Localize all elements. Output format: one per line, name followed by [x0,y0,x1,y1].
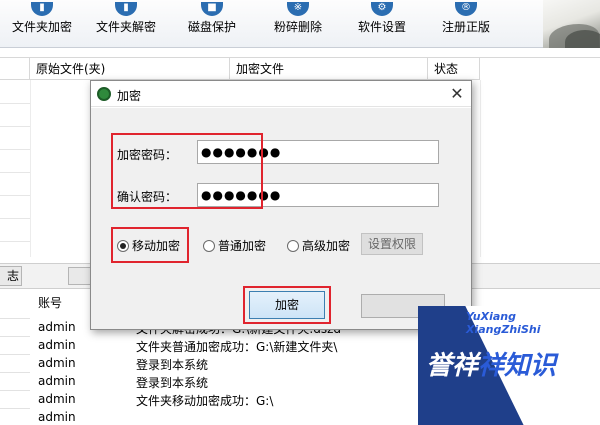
radio-dot [203,240,215,252]
dialog-body: 加密密码： ●●●●●●● 确认密码： ●●●●●●● 移动加密 普通加密 高级… [91,108,471,329]
disk-protect-button[interactable]: ■ 磁盘保护 [170,0,254,46]
column-header-status[interactable]: 状态 [428,58,480,80]
set-permissions-button[interactable]: 设置权限 [361,233,423,255]
mode-highlight-box [111,227,189,263]
radio-normal-encrypt[interactable]: 普通加密 [203,237,266,254]
column-header-account[interactable]: 账号 [38,294,62,311]
row-message: 文件夹普通加密成功：G:\新建文件夹\ [136,340,338,354]
row-account: admin [38,374,76,388]
register-button[interactable]: ® 注册正版 [424,0,508,46]
folder-encrypt-label: 文件夹加密 [11,20,72,34]
row-message: 文件夹移动加密成功：G:\ [136,394,274,408]
folder-unlock-icon: ▮ [115,2,137,16]
app-icon [97,87,111,101]
settings-label: 软件设置 [357,20,406,34]
column-header-encrypted[interactable]: 加密文件 [230,58,428,80]
row-account: admin [38,338,76,352]
dialog-title: 加密 [117,89,142,103]
settings-button[interactable]: ⚙ 软件设置 [340,0,424,46]
row-number-header [0,58,30,80]
shred-delete-label: 粉碎删除 [273,20,322,34]
folder-decrypt-button[interactable]: ▮ 文件夹解密 [84,0,168,46]
close-icon[interactable]: ✕ [447,84,467,104]
watermark-subtitle: YuXiang XiangZhiShi [466,310,541,336]
password-highlight-box [111,133,263,209]
row-message: 登录到本系统 [136,376,209,390]
radio-label: 普通加密 [218,239,267,253]
encrypt-highlight-box [243,286,331,324]
brand-art-image [543,0,600,48]
toolbar: ▮ 文件夹加密 ▮ 文件夹解密 ■ 磁盘保护 ※ 粉碎删除 ⚙ 软件设置 ® 注… [0,0,600,48]
log-tab[interactable]: 志 [0,266,22,286]
row-account: admin [38,410,76,424]
watermark-title: 誉祥祥知识 [426,351,557,381]
row-account: admin [38,392,76,406]
registered-icon: ® [455,2,477,16]
column-header-original[interactable]: 原始文件(夹) [30,58,230,80]
radio-advanced-encrypt[interactable]: 高级加密 [287,237,350,254]
gear-icon: ⚙ [371,2,393,16]
register-label: 注册正版 [441,20,490,34]
disk-protect-label: 磁盘保护 [187,20,236,34]
row-account: admin [38,320,76,334]
radio-dot [287,240,299,252]
folder-decrypt-label: 文件夹解密 [95,20,156,34]
row-account: admin [38,356,76,370]
folder-encrypt-button[interactable]: ▮ 文件夹加密 [0,0,84,46]
folder-lock-icon: ▮ [31,2,53,16]
encrypt-dialog: 加密 ✕ 加密密码： ●●●●●●● 确认密码： ●●●●●●● 移动加密 普通… [90,80,472,330]
disk-shield-icon: ■ [201,2,223,16]
watermark-logo: YuXiang XiangZhiShi 誉祥祥知识 [418,306,600,425]
radio-label: 高级加密 [302,239,351,253]
dialog-title-bar[interactable]: 加密 ✕ [91,81,471,107]
shredder-icon: ※ [287,2,309,16]
shred-delete-button[interactable]: ※ 粉碎删除 [256,0,340,46]
row-message: 登录到本系统 [136,358,209,372]
strip-button[interactable] [68,267,92,285]
